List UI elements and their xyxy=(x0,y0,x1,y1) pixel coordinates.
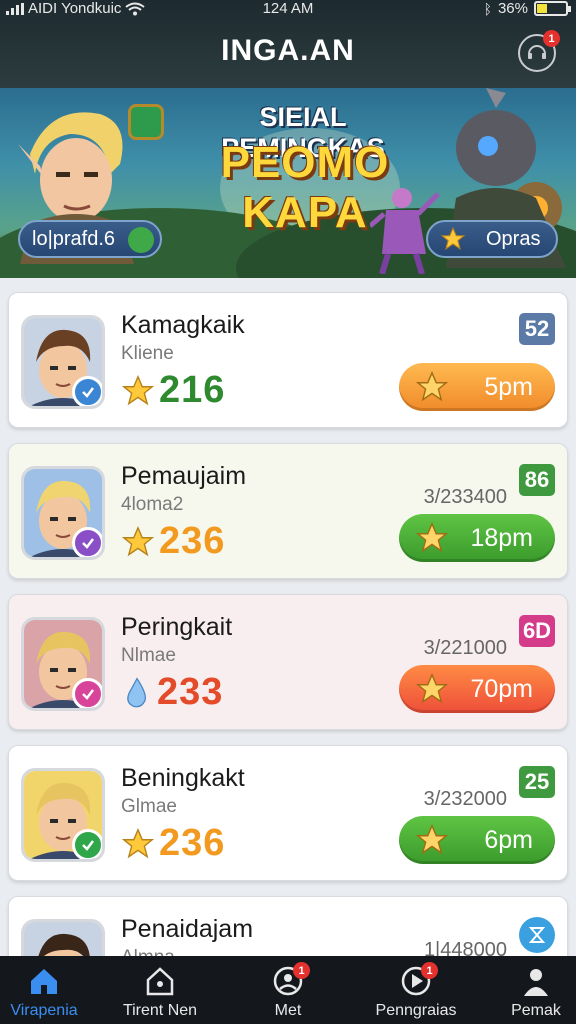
player-subtitle: 4loma2 xyxy=(121,494,184,515)
nav-item-tirent-nen[interactable]: Tirent Nen xyxy=(110,956,210,1024)
leaderboard-row[interactable]: Peringkait Nlmae 233 3/221000 6D 70pm xyxy=(8,594,568,730)
player-stat: 3/232000 xyxy=(423,788,507,810)
avatar xyxy=(21,919,105,956)
player-subtitle: Glmae xyxy=(121,796,177,817)
nav-label: Tirent Nen xyxy=(122,1002,198,1019)
nav-item-pemak[interactable]: Pemak xyxy=(501,956,571,1024)
leaderboard-row[interactable]: Penaidajam Almna 1|448000 xyxy=(8,896,568,956)
nav-badge: 1 xyxy=(421,962,438,979)
star-icon xyxy=(121,827,155,858)
leaderboard-row[interactable]: Beningkakt Glmae 236 3/232000 25 6pm xyxy=(8,745,568,881)
nav-label: Virapenia xyxy=(10,1002,78,1019)
nav-label: Penngraias xyxy=(375,1002,457,1019)
star-icon xyxy=(440,226,466,251)
score-value: 233 xyxy=(157,671,224,713)
claim-button[interactable]: 5pm xyxy=(399,363,555,411)
claim-button[interactable]: 18pm xyxy=(399,514,555,562)
star-icon xyxy=(121,525,155,556)
claim-button[interactable]: 70pm xyxy=(399,665,555,713)
claim-button-label: 18pm xyxy=(470,523,533,552)
banner-options-label: Opras xyxy=(486,227,541,250)
battery-percent: 36% xyxy=(497,0,528,17)
verified-badge-icon xyxy=(72,678,102,708)
avatar xyxy=(21,315,105,409)
support-badge: 1 xyxy=(543,30,560,47)
player-stat: 3/233400 xyxy=(423,486,507,508)
person-icon xyxy=(519,964,553,998)
leaderboard-row[interactable]: Kamagkaik Kliene 216 52 5pm xyxy=(8,292,568,428)
star-icon xyxy=(415,673,449,704)
player-name: Peringkait xyxy=(121,613,233,641)
verified-badge-icon xyxy=(72,527,102,557)
house-outline-icon xyxy=(143,964,177,998)
player-name: Kamagkaik xyxy=(121,311,245,339)
hero-portrait xyxy=(24,922,102,956)
star-icon xyxy=(415,371,449,402)
nav-item-virapenia[interactable]: Virapenia xyxy=(0,956,92,1024)
player-subtitle: Kliene xyxy=(121,343,174,364)
nav-badge: 1 xyxy=(293,962,310,979)
shield-icon xyxy=(128,104,164,140)
bottom-nav: Virapenia Tirent Nen 1 Met 1 Penngraias Pemak xyxy=(0,956,576,1024)
support-button[interactable]: 1 xyxy=(518,30,560,72)
avatar xyxy=(21,466,105,560)
score-value: 236 xyxy=(159,520,226,562)
app-header: AIDI Yondkuic 124 AM ᛒ 36% INGA.AN 1 xyxy=(0,0,576,88)
leaf-icon xyxy=(128,227,154,253)
rank-badge: 52 xyxy=(519,313,555,345)
banner-left-pill[interactable]: lo|prafd.6 xyxy=(18,220,162,258)
claim-button-label: 70pm xyxy=(470,674,533,703)
claim-button-label: 6pm xyxy=(484,825,533,854)
headset-icon xyxy=(528,45,546,59)
avatar xyxy=(21,768,105,862)
banner-left-label: lo|prafd.6 xyxy=(32,227,116,250)
water-drop-icon xyxy=(127,676,146,707)
nav-item-met[interactable]: 1 Met xyxy=(253,956,323,1024)
bluetooth-icon: ᛒ xyxy=(483,0,492,17)
player-name: Beningkakt xyxy=(121,764,245,792)
claim-button[interactable]: 6pm xyxy=(399,816,555,864)
app-title: INGA.AN xyxy=(221,34,355,67)
star-icon xyxy=(415,522,449,553)
player-name: Penaidajam xyxy=(121,915,254,943)
banner-title: PEOMO KAPA xyxy=(220,138,390,237)
player-score: 236 xyxy=(121,822,225,865)
player-score: 236 xyxy=(121,520,225,563)
player-name: Pemaujaim xyxy=(121,462,247,490)
claim-button-label: 5pm xyxy=(484,372,533,401)
banner-options-button[interactable]: Opras xyxy=(426,220,558,258)
player-stat: 1|448000 xyxy=(423,939,507,956)
player-subtitle: Nlmae xyxy=(121,645,176,666)
nav-label: Met xyxy=(274,1002,302,1019)
player-score: 233 xyxy=(121,671,223,714)
score-value: 216 xyxy=(159,369,226,411)
rank-badge: 25 xyxy=(519,766,555,798)
status-right: ᛒ 36% xyxy=(483,0,571,17)
home-icon xyxy=(27,964,61,998)
battery-icon xyxy=(534,1,571,16)
hourglass-icon xyxy=(519,917,555,953)
verified-badge-icon xyxy=(72,829,102,859)
leaderboard-row[interactable]: Pemaujaim 4loma2 236 3/233400 86 18pm xyxy=(8,443,568,579)
rank-badge: 86 xyxy=(519,464,555,496)
score-value: 236 xyxy=(159,822,226,864)
player-score: 216 xyxy=(121,369,225,412)
ranking-list: Kamagkaik Kliene 216 52 5pm Pemaujaim 4loma2 23… xyxy=(0,278,576,956)
nav-item-penngraias[interactable]: 1 Penngraias xyxy=(361,956,471,1024)
nav-label: Pemak xyxy=(511,1002,561,1019)
player-stat: 3/221000 xyxy=(423,637,507,659)
star-icon xyxy=(121,374,155,405)
status-bar: AIDI Yondkuic 124 AM ᛒ 36% xyxy=(0,0,576,18)
verified-badge-icon xyxy=(72,376,102,406)
star-icon xyxy=(415,824,449,855)
rank-badge: 6D xyxy=(519,615,555,647)
avatar xyxy=(21,617,105,711)
player-subtitle: Almna xyxy=(121,947,175,956)
promo-banner[interactable]: SIEIAL PEMINGKAS PEOMO KAPA lo|prafd.6 O… xyxy=(0,88,576,278)
